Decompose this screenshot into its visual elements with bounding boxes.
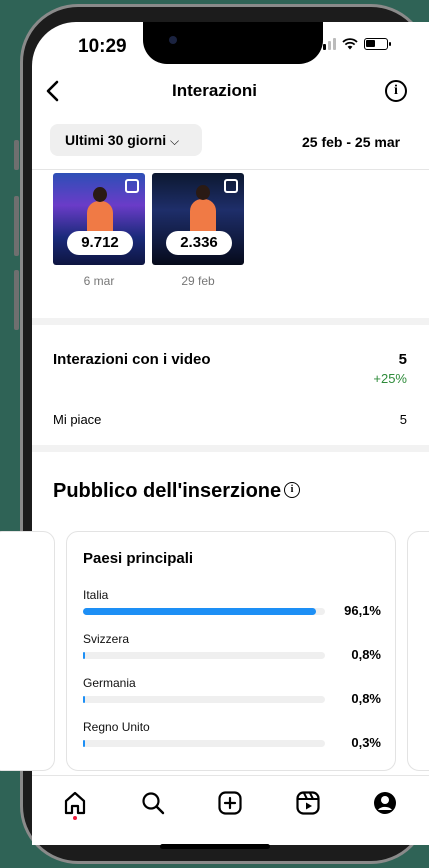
country-row: Regno Unito 0,3% (83, 720, 381, 750)
country-bar-fill (83, 696, 86, 703)
page-title: Interazioni (171, 81, 257, 100)
mute-switch (14, 140, 19, 170)
status-time: 10:29 (78, 36, 127, 57)
chevron-down-icon: ⌵ (170, 134, 180, 148)
create-icon[interactable] (217, 790, 243, 816)
likes-value: 5 (399, 412, 407, 427)
country-name: Italia (83, 588, 109, 602)
tab-bar (32, 775, 429, 845)
carousel-icon (224, 179, 238, 193)
country-percentage: 0,8% (351, 691, 381, 706)
top-countries-card[interactable]: Paesi principali Italia 96,1% Svizzera 0… (66, 531, 396, 771)
volume-up-button (14, 196, 19, 256)
period-dropdown[interactable]: Ultimi 30 giorni ⌵ (50, 124, 202, 156)
audience-title: Pubblico dell'inserzione (53, 480, 282, 502)
video-interactions-change: +25% (373, 371, 407, 386)
country-bar-fill (83, 652, 86, 659)
period-label: Ultimi 30 giorni (65, 132, 167, 148)
wifi-icon (342, 38, 358, 50)
country-percentage: 0,3% (351, 735, 381, 750)
info-icon[interactable]: i (284, 482, 300, 498)
volume-down-button (14, 270, 19, 330)
search-icon[interactable] (140, 790, 166, 816)
home-icon[interactable] (62, 790, 88, 816)
status-icons (318, 38, 391, 50)
divider (32, 169, 429, 170)
country-bar-fill (83, 740, 86, 747)
country-bar-track (83, 652, 325, 659)
home-indicator[interactable] (160, 844, 270, 849)
section-separator (32, 318, 429, 325)
likes-label: Mi piace (53, 412, 102, 427)
country-bar-track (83, 740, 325, 747)
audience-card-prev[interactable] (0, 531, 55, 771)
info-button[interactable]: i (385, 80, 407, 102)
notch (143, 22, 323, 64)
country-row: Germania 0,8% (83, 676, 381, 706)
country-name: Regno Unito (83, 720, 150, 734)
video-interactions-value: 5 (398, 351, 407, 368)
thumbnail-date: 29 feb (181, 274, 215, 288)
thumbnail-value: 2.336 (166, 231, 232, 255)
section-separator (32, 445, 429, 452)
country-bar-track (83, 696, 325, 703)
carousel-icon (125, 179, 139, 193)
thumbnail-date: 6 mar (83, 274, 115, 288)
card-title: Paesi principali (83, 550, 194, 567)
reels-icon[interactable] (295, 790, 321, 816)
notification-dot (73, 816, 77, 820)
battery-icon (364, 38, 391, 50)
video-interactions-title: Interazioni con i video (53, 351, 211, 368)
profile-icon[interactable] (372, 790, 398, 816)
country-bar-fill (83, 608, 316, 615)
audience-card-next[interactable] (407, 531, 429, 771)
video-thumbnail[interactable]: 2.336 (152, 173, 244, 265)
country-name: Germania (83, 676, 136, 690)
country-bar-track (83, 608, 325, 615)
thumbnail-value: 9.712 (67, 231, 133, 255)
country-percentage: 0,8% (351, 647, 381, 662)
country-row: Italia 96,1% (83, 588, 381, 618)
country-name: Svizzera (83, 632, 130, 646)
video-thumbnail[interactable]: 9.712 (53, 173, 145, 265)
date-range: 25 feb - 25 mar (302, 134, 401, 150)
country-row: Svizzera 0,8% (83, 632, 381, 662)
country-percentage: 96,1% (344, 603, 381, 618)
